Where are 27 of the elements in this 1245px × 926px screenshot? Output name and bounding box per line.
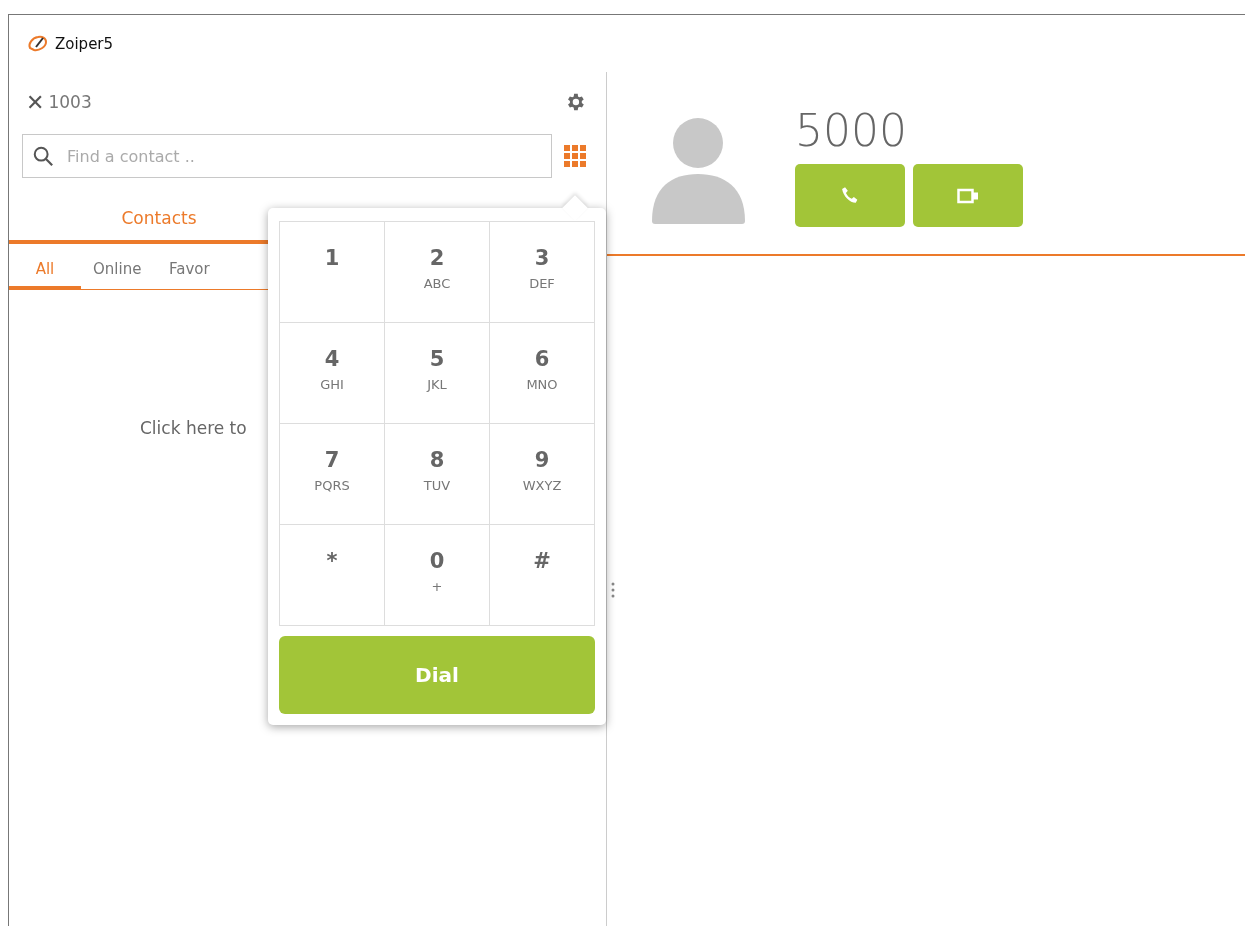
dialpad-key[interactable]: 8 TUV — [385, 424, 490, 525]
dialpad-key[interactable]: 1 — [280, 222, 385, 323]
dialpad-icon[interactable] — [564, 145, 586, 167]
dialpad-key[interactable]: 3 DEF — [490, 222, 595, 323]
contact-name: 5000 — [795, 105, 908, 156]
account-number: 1003 — [48, 92, 92, 112]
video-camera-icon — [957, 187, 979, 204]
search-icon — [32, 145, 54, 167]
dialpad-key[interactable]: * — [280, 525, 385, 626]
filter-tab[interactable]: Online — [81, 260, 154, 290]
dialpad-key[interactable]: 5 JKL — [385, 323, 490, 424]
dialpad-key[interactable]: 9 WXYZ — [490, 424, 595, 525]
empty-message[interactable]: Click here to — [140, 418, 247, 438]
filter-tab[interactable]: Favor — [153, 260, 226, 290]
dialpad-key[interactable]: 0 + — [385, 525, 490, 626]
window-title: Zoiper5 — [55, 34, 114, 53]
dialpad-key[interactable]: 7 PQRS — [280, 424, 385, 525]
video-call-button[interactable] — [913, 164, 1023, 227]
dialpad-key[interactable]: 2 ABC — [385, 222, 490, 323]
search-field[interactable]: Find a contact .. — [22, 134, 552, 178]
dialpad-key[interactable]: 4 GHI — [280, 323, 385, 424]
avatar-icon — [652, 117, 745, 225]
dialpad-key[interactable]: # — [490, 525, 595, 626]
dialpad-key[interactable]: 6 MNO — [490, 323, 595, 424]
app-logo-icon — [27, 33, 49, 54]
splitter-handle-icon[interactable] — [611, 582, 615, 598]
close-icon[interactable]: ✕ — [26, 89, 45, 115]
